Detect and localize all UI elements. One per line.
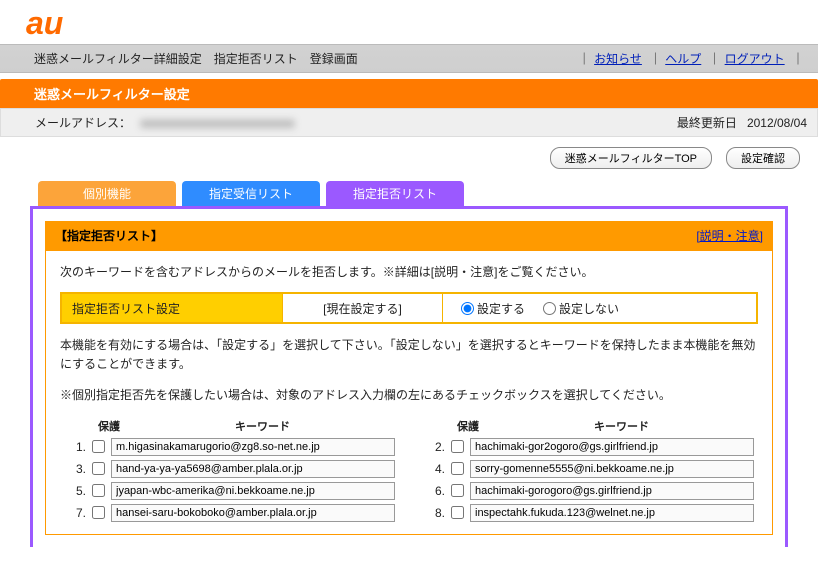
tab-block-list[interactable]: 指定拒否リスト (326, 181, 464, 206)
note-2: ※個別指定拒否先を保護したい場合は、対象のアドレス入力欄の左にあるチェックボック… (60, 386, 758, 405)
protect-checkbox[interactable] (92, 462, 105, 475)
keyword-input[interactable] (470, 438, 754, 456)
tab-bar: 個別機能 指定受信リスト 指定拒否リスト (0, 173, 818, 206)
svg-text:au: au (26, 6, 63, 40)
protect-checkbox[interactable] (451, 440, 464, 453)
confirm-settings-button[interactable]: 設定確認 (726, 147, 800, 169)
breadcrumb: 迷惑メールフィルター詳細設定 指定拒否リスト 登録画面 (34, 50, 574, 67)
last-updated-label: 最終更新日 (677, 114, 737, 131)
content-panel: 【指定拒否リスト】 [説明・注意] 次のキーワードを含むアドレスからのメールを拒… (30, 209, 788, 547)
link-news[interactable]: お知らせ (594, 52, 642, 66)
panel-header: 【指定拒否リスト】 [説明・注意] (45, 221, 773, 250)
top-breadcrumb-bar: 迷惑メールフィルター詳細設定 指定拒否リスト 登録画面 ｜お知らせ ｜ヘルプ ｜… (0, 44, 818, 73)
filter-top-button[interactable]: 迷惑メールフィルターTOP (550, 147, 712, 169)
row-number: 8. (423, 506, 447, 520)
keyword-column-right: 保護 キーワード 2. 4. 6. 8. (423, 418, 754, 526)
row-number: 2. (423, 440, 447, 454)
tab-allow-list[interactable]: 指定受信リスト (182, 181, 320, 206)
keyword-input[interactable] (111, 504, 395, 522)
link-help[interactable]: ヘルプ (665, 52, 701, 66)
note-1: 本機能を有効にする場合は、「設定する」を選択して下さい。「設定しない」を選択する… (60, 336, 758, 374)
protect-checkbox[interactable] (451, 484, 464, 497)
radio-enable[interactable]: 設定する (461, 300, 525, 317)
row-number: 4. (423, 462, 447, 476)
last-updated-value: 2012/08/04 (747, 116, 807, 130)
radio-disable[interactable]: 設定しない (543, 300, 619, 317)
keyword-input[interactable] (470, 504, 754, 522)
keyword-input[interactable] (111, 460, 395, 478)
radio-disable-input[interactable] (543, 302, 556, 315)
keyword-input[interactable] (470, 460, 754, 478)
keyword-row: 4. (423, 460, 754, 478)
mail-address-value: xxxxxxxxxxxxxxxxxxxxxx (141, 116, 295, 130)
page-title-bar: 迷惑メールフィルター設定 (0, 79, 818, 108)
setting-row: 指定拒否リスト設定 [現在設定する] 設定する 設定しない (60, 292, 758, 324)
keyword-row: 3. (64, 460, 395, 478)
col-keyword-header: キーワード (489, 418, 754, 434)
info-bar: メールアドレス： xxxxxxxxxxxxxxxxxxxxxx 最終更新日 20… (0, 108, 818, 137)
row-number: 5. (64, 484, 88, 498)
top-links: ｜お知らせ ｜ヘルプ ｜ログアウト ｜ (574, 50, 808, 67)
keyword-row: 1. (64, 438, 395, 456)
col-protect-header: 保護 (88, 418, 130, 434)
keyword-input[interactable] (111, 438, 395, 456)
mail-address-label: メールアドレス： (35, 114, 131, 131)
protect-checkbox[interactable] (451, 462, 464, 475)
au-logo: au (0, 0, 818, 44)
setting-label: 指定拒否リスト設定 (62, 294, 282, 322)
col-protect-header: 保護 (447, 418, 489, 434)
protect-checkbox[interactable] (92, 506, 105, 519)
row-number: 6. (423, 484, 447, 498)
panel-description: 次のキーワードを含むアドレスからのメールを拒否します。※詳細は[説明・注意]をご… (60, 263, 758, 280)
protect-checkbox[interactable] (451, 506, 464, 519)
row-number: 1. (64, 440, 88, 454)
protect-checkbox[interactable] (92, 484, 105, 497)
keyword-row: 7. (64, 504, 395, 522)
header-buttons: 迷惑メールフィルターTOP 設定確認 (0, 137, 818, 173)
row-number: 3. (64, 462, 88, 476)
protect-checkbox[interactable] (92, 440, 105, 453)
keyword-row: 5. (64, 482, 395, 500)
row-number: 7. (64, 506, 88, 520)
keyword-row: 2. (423, 438, 754, 456)
keyword-row: 6. (423, 482, 754, 500)
keyword-column-left: 保護 キーワード 1. 3. 5. 7. (64, 418, 395, 526)
keyword-input[interactable] (470, 482, 754, 500)
panel-help-link[interactable]: [説明・注意] (696, 227, 763, 244)
setting-current: [現在設定する] (282, 294, 442, 322)
col-keyword-header: キーワード (130, 418, 395, 434)
keyword-area: 保護 キーワード 1. 3. 5. 7. 保護 キーワード 2. 4. 6. 8. (60, 418, 758, 526)
radio-enable-input[interactable] (461, 302, 474, 315)
keyword-row: 8. (423, 504, 754, 522)
link-logout[interactable]: ログアウト (725, 52, 785, 66)
tab-kobetsu[interactable]: 個別機能 (38, 181, 176, 206)
keyword-input[interactable] (111, 482, 395, 500)
panel-title: 【指定拒否リスト】 (55, 227, 163, 244)
